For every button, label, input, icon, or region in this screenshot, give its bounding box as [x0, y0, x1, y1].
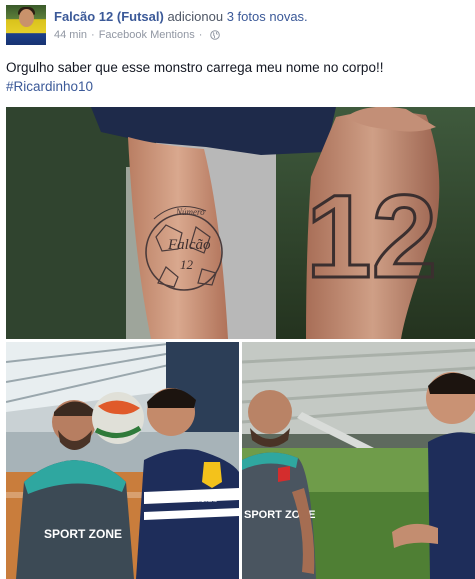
meta-separator-2: ·: [198, 29, 203, 41]
photo-players-scene: SPORT ZONE FUTSAL: [6, 342, 239, 579]
tattoo-ball-text: Falcão: [167, 237, 211, 253]
post-message: Orgulho saber que esse monstro carrega m…: [6, 58, 466, 96]
hashtag-link[interactable]: #Ricardinho10: [6, 77, 466, 96]
author-avatar[interactable]: [6, 5, 46, 45]
post-message-text: Orgulho saber que esse monstro carrega m…: [6, 60, 384, 75]
globe-icon[interactable]: [210, 30, 221, 40]
photo-tattoo-scene: Número Falcão 12 12: [6, 107, 475, 339]
photo-players-in-stadium[interactable]: SPORT ZONE: [242, 342, 475, 579]
meta-separator: ·: [91, 29, 95, 41]
photo-players-with-ball[interactable]: SPORT ZONE FUTSAL: [6, 342, 239, 579]
tattoo-script-text: Número: [175, 207, 205, 217]
photo-tattoo-legs[interactable]: Número Falcão 12 12: [6, 107, 475, 339]
tattoo-large-number: 12: [306, 171, 437, 303]
post-source-link[interactable]: Facebook Mentions: [99, 29, 195, 41]
shirt-text-right: FUTSAL: [198, 498, 217, 504]
new-photos-link[interactable]: 3 fotos novas.: [227, 9, 308, 24]
post-meta: 44 min · Facebook Mentions ·: [54, 29, 221, 41]
author-name-link[interactable]: Falcão 12 (Futsal): [54, 9, 164, 24]
photo-stadium-scene: SPORT ZONE: [242, 342, 475, 579]
avatar-face: [19, 9, 34, 27]
facebook-post: Falcão 12 (Futsal) adicionou 3 fotos nov…: [0, 0, 475, 579]
shirt-text-left: SPORT ZONE: [44, 527, 122, 541]
post-timestamp-link[interactable]: 44 min: [54, 29, 87, 41]
post-header: Falcão 12 (Futsal) adicionou 3 fotos nov…: [54, 9, 308, 24]
tattoo-ball-number: 12: [180, 257, 194, 272]
post-action-text: adicionou: [167, 9, 224, 24]
